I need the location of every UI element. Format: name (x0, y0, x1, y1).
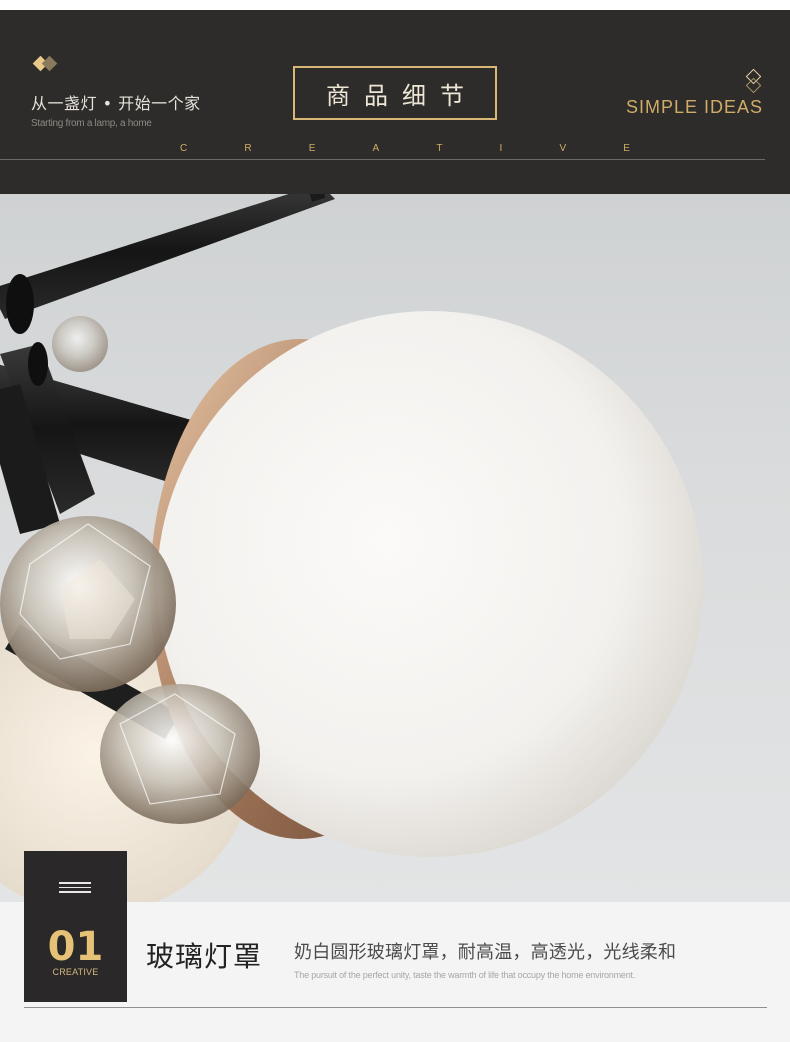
lamp-detail-photo (0, 194, 790, 902)
brand-tagline: SIMPLE IDEAS (625, 97, 763, 117)
creative-letter: C (180, 143, 188, 154)
section-header: 从一盏灯 • 开始一个家 Starting from a lamp, a hom… (0, 10, 790, 194)
creative-letter-row: C R E A T I V E (180, 143, 630, 157)
top-white-strip (0, 0, 790, 10)
creative-letter: A (372, 143, 380, 154)
lamp-illustration (0, 194, 703, 902)
bottom-divider (24, 1007, 767, 1008)
creative-letter: I (499, 143, 503, 154)
creative-letter: E (308, 143, 316, 154)
creative-letter: E (623, 143, 630, 154)
menu-lines-icon (59, 882, 91, 894)
feature-caption: CREATIVE (52, 967, 99, 977)
gold-diamond-pair-icon (32, 55, 62, 75)
section-title: 商品细节 (326, 81, 478, 110)
feature-description-en: The pursuit of the perfect unity, taste … (294, 970, 636, 980)
feature-title: 玻璃灯罩 (146, 940, 263, 973)
outline-diamond-stack-icon (744, 68, 764, 96)
feature-description: 奶白圆形玻璃灯罩，耐高温，高透光，光线柔和 (294, 942, 677, 963)
slogan-cn: 从一盏灯 • 开始一个家 (31, 94, 201, 113)
feature-number: 01 (47, 924, 104, 970)
creative-letter: T (436, 143, 443, 154)
header-divider (0, 159, 765, 160)
section-title-box: 商品细节 (293, 66, 497, 120)
creative-letter: V (559, 143, 567, 154)
slogan-en: Starting from a lamp, a home (31, 118, 152, 129)
feature-badge: 01 CREATIVE (24, 851, 127, 1002)
creative-letter: R (244, 143, 252, 154)
